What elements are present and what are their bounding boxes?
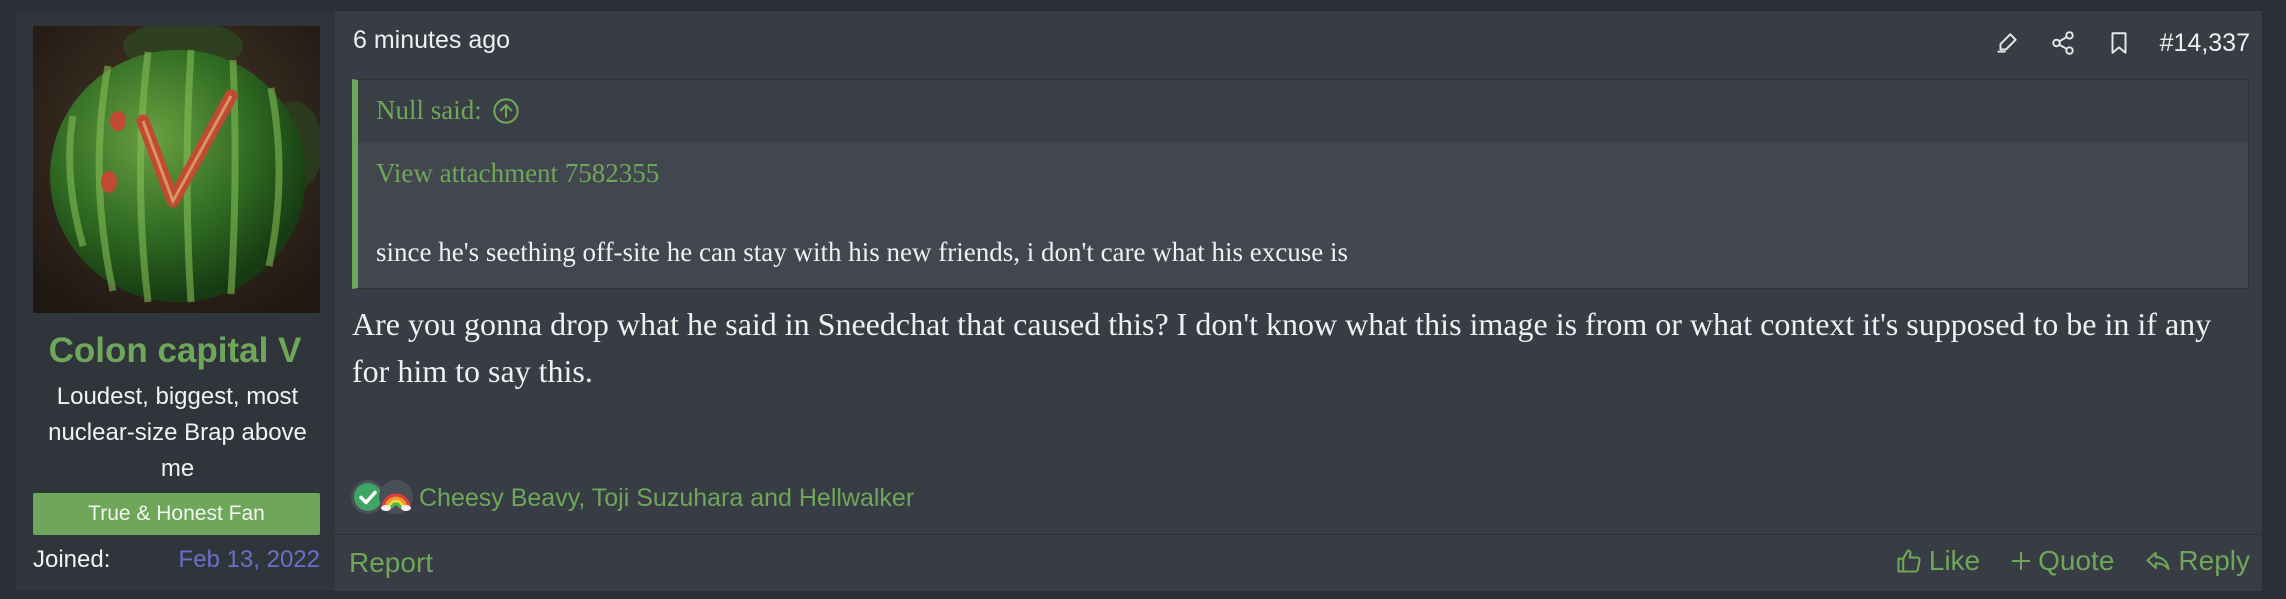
user-banner: True & Honest Fan: [33, 493, 320, 535]
plus-icon: [2011, 551, 2031, 571]
quote-header: [358, 80, 2248, 142]
like-label: Like: [1928, 545, 1981, 576]
reply-icon: [2146, 551, 2170, 571]
avatar[interactable]: [33, 26, 320, 313]
post-content: 6 minutes ago #14,337 Null said: View at…: [335, 11, 2262, 591]
arrow-up-circle-icon: [493, 97, 519, 124]
reactions-bar[interactable]: Cheesy Beavy, Toji Suzuhara and Hellwalk…: [351, 478, 914, 518]
post-number[interactable]: #14,337: [2160, 29, 2250, 58]
quote-block: Null said: View attachment 7582355 since…: [352, 79, 2249, 289]
user-panel: Colon capital V Loudest, biggest, most n…: [15, 11, 335, 591]
bookmark-icon[interactable]: [2104, 28, 2134, 58]
report-button[interactable]: Report: [349, 547, 433, 579]
post-actions-top: #14,337: [1992, 25, 2250, 61]
quote-author-link[interactable]: Null said:: [376, 95, 520, 126]
username[interactable]: Colon capital V: [15, 331, 335, 371]
joined-date[interactable]: Feb 13, 2022: [179, 546, 320, 574]
watermelon-avatar-icon: [33, 26, 320, 313]
attachment-link[interactable]: View attachment 7582355: [376, 158, 659, 189]
reply-button[interactable]: Reply: [2144, 545, 2250, 577]
joined-label: Joined:: [33, 546, 111, 573]
user-title: Loudest, biggest, most nuclear-size Brap…: [48, 383, 307, 482]
highlight-icon[interactable]: [1992, 28, 2022, 58]
thumbs-up-icon: [1897, 549, 1921, 573]
quote-author: Null said:: [376, 95, 482, 125]
like-button[interactable]: Like: [1895, 545, 1980, 577]
share-icon[interactable]: [2048, 28, 2078, 58]
reaction-users[interactable]: Cheesy Beavy, Toji Suzuhara and Hellwalk…: [419, 484, 914, 513]
post-container: Colon capital V Loudest, biggest, most n…: [14, 10, 2263, 592]
quote-text: since he's seething off-site he can stay…: [376, 237, 1348, 267]
quote-label: Quote: [2038, 545, 2115, 576]
post-timestamp[interactable]: 6 minutes ago: [353, 26, 510, 55]
reaction-icons: [351, 478, 415, 518]
footer-actions: Like Quote Reply: [1895, 545, 2250, 577]
reply-label: Reply: [2178, 545, 2250, 576]
post-footer: Report Like Quote Reply: [335, 534, 2262, 592]
post-message: Are you gonna drop what he said in Sneed…: [352, 306, 2212, 389]
quote-button[interactable]: Quote: [2010, 545, 2114, 577]
rainbow-reaction-icon: [379, 480, 413, 514]
